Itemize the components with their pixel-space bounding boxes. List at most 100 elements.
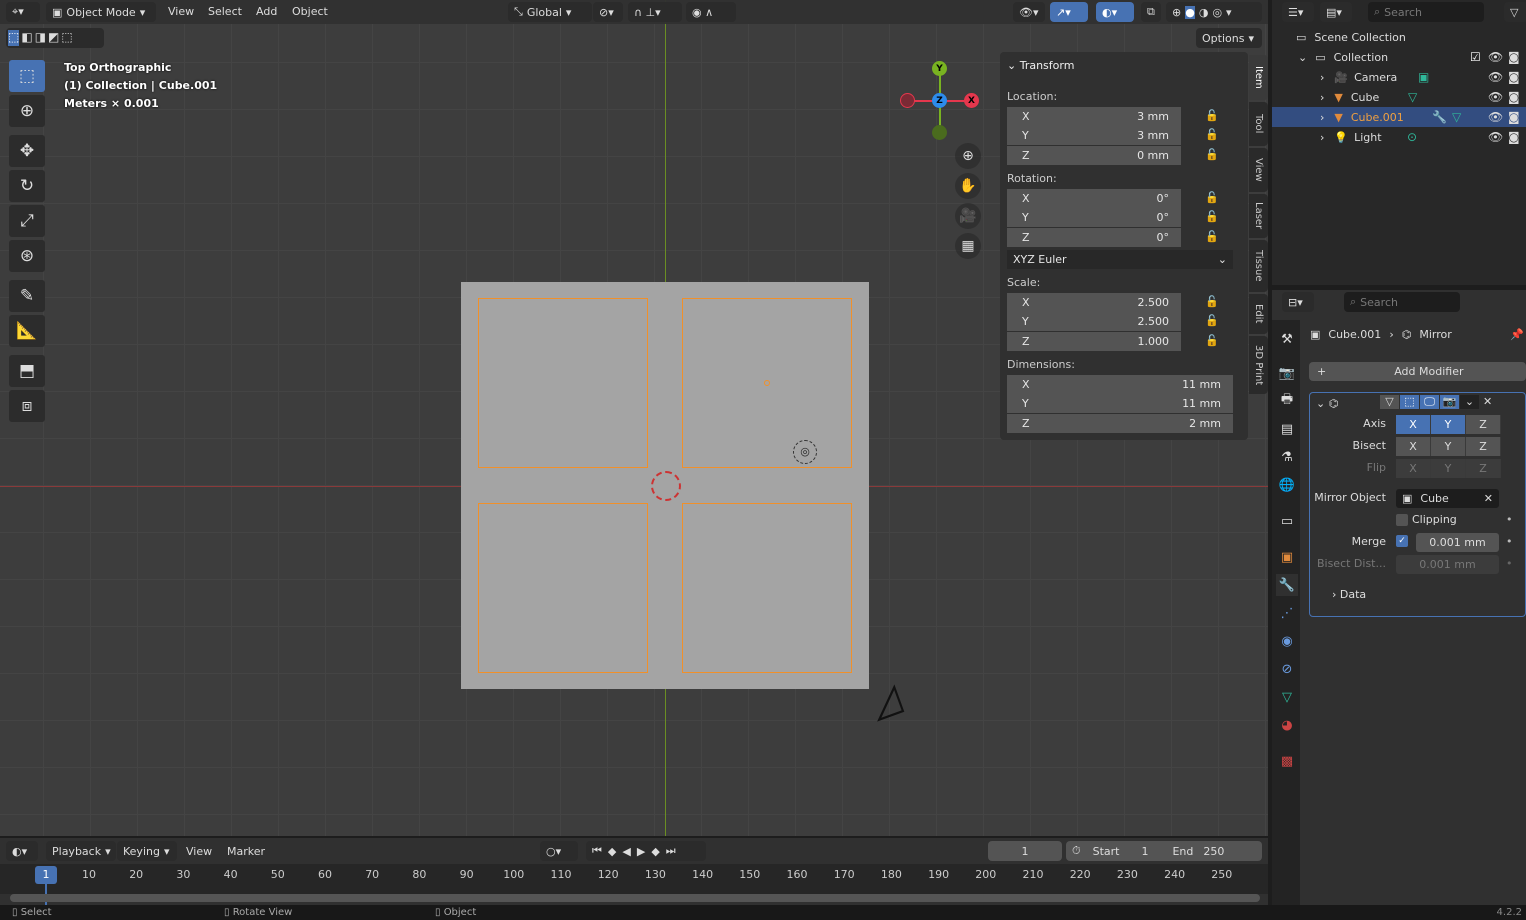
gizmo-neg-x[interactable] <box>900 93 915 108</box>
tab-view[interactable]: View <box>1249 148 1268 192</box>
lock-icon[interactable]: 🔓 <box>1205 148 1219 161</box>
tab-tissue[interactable]: Tissue <box>1249 240 1268 292</box>
mesh-quad[interactable] <box>478 503 648 673</box>
start-value[interactable]: 1 <box>1141 845 1148 858</box>
dimension-z-field[interactable]: Z 2 mm <box>1007 414 1233 433</box>
filter-view-dropdown[interactable]: ▤▾ <box>1320 2 1352 22</box>
zoom-icon[interactable]: ⊕ <box>955 143 981 169</box>
pivot-dropdown[interactable]: ⊘▾ <box>593 2 623 22</box>
render-toggle-icon[interactable]: 📷 <box>1440 395 1459 409</box>
outliner-search-input[interactable]: ⌕ Search <box>1368 2 1484 22</box>
tab-item[interactable]: Item <box>1249 55 1268 100</box>
world-tab-icon[interactable]: 🌐 <box>1276 474 1298 496</box>
xray-toggle[interactable]: ⧉ <box>1141 2 1161 22</box>
playback-controls[interactable]: ⏮ ◆ ◀ ▶ ◆ ⏭ <box>586 841 706 861</box>
checkbox-icon[interactable]: ☑ <box>1470 50 1481 64</box>
modifier-tab-icon[interactable]: 🔧 <box>1276 574 1298 596</box>
flip-z-toggle[interactable]: Z <box>1466 459 1501 478</box>
axis-x-toggle[interactable]: X <box>1396 415 1431 434</box>
wrench-icon[interactable]: 🔧 <box>1432 110 1447 124</box>
location-z-field[interactable]: Z 0 mm <box>1007 146 1181 165</box>
data-tab-icon[interactable]: ▽ <box>1276 686 1298 708</box>
menu-add[interactable]: Add <box>256 5 277 18</box>
location-y-field[interactable]: Y 3 mm <box>1007 126 1181 145</box>
proportional-edit-toggle[interactable]: ◉ ∧ <box>686 2 736 22</box>
move-tool[interactable]: ✥ <box>9 135 45 167</box>
bisect-distance-field[interactable]: 0.001 mm <box>1396 555 1499 574</box>
edit-mode-toggle-icon[interactable]: ▽ <box>1380 395 1399 409</box>
next-keyframe-icon[interactable]: ◆ <box>651 845 661 858</box>
light-icon[interactable]: ◎ <box>793 440 817 464</box>
rotation-z-field[interactable]: Z 0° <box>1007 228 1181 247</box>
collapse-icon[interactable]: ⌄ ⌬ <box>1316 397 1338 410</box>
play-reverse-icon[interactable]: ◀ <box>622 845 632 858</box>
select-box-tool[interactable]: ⬚ <box>9 60 45 92</box>
outliner-row-camera[interactable]: › 🎥 Camera ▣ 👁 ◙ <box>1272 67 1526 87</box>
physics-tab-icon[interactable]: ◉ <box>1276 630 1298 652</box>
view-layer-tab-icon[interactable]: ▤ <box>1276 418 1298 440</box>
rendered-shading-icon[interactable]: ◎ <box>1212 6 1222 19</box>
transform-tool[interactable]: ⊛ <box>9 240 45 272</box>
3d-cursor[interactable] <box>651 471 681 501</box>
collection-tab-icon[interactable]: ▭ <box>1276 510 1298 532</box>
transform-panel-header[interactable]: ⌄ Transform <box>1007 59 1074 72</box>
tab-tool[interactable]: Tool <box>1249 102 1268 146</box>
cursor-tool[interactable]: ⊕ <box>9 95 45 127</box>
output-tab-icon[interactable]: 🖶 <box>1276 390 1298 412</box>
data-subpanel-header[interactable]: › Data <box>1332 588 1366 601</box>
modifier-menu-icon[interactable]: ⌄ <box>1460 395 1479 409</box>
keying-menu[interactable]: Keying ▾ <box>117 841 177 861</box>
add-modifier-button[interactable]: + Add Modifier <box>1309 362 1526 381</box>
outliner-row-light[interactable]: › 💡 Light ⊙ 👁 ◙ <box>1272 127 1526 147</box>
selection-mode-buttons[interactable]: ⬚ ◧ ◨ ◩ ⬚ <box>6 28 104 48</box>
prev-keyframe-icon[interactable]: ◆ <box>608 845 618 858</box>
menu-select[interactable]: Select <box>208 5 242 18</box>
end-value[interactable]: 250 <box>1203 845 1224 858</box>
editor-type-button[interactable]: ⊟▾ <box>1282 292 1314 312</box>
eye-icon[interactable]: 👁 <box>1488 70 1503 84</box>
mirror-object-field[interactable]: ▣ Cube ✕ <box>1396 489 1499 508</box>
merge-distance-field[interactable]: 0.001 mm <box>1416 533 1499 552</box>
camera-object-icon[interactable]: ◿ <box>863 674 906 725</box>
shading-buttons[interactable]: ⊕ ● ◑ ◎ ▾ <box>1166 2 1262 22</box>
material-tab-icon[interactable]: ◕ <box>1276 714 1298 736</box>
wireframe-shading-icon[interactable]: ⊕ <box>1172 6 1181 19</box>
filter-icon[interactable]: ▽ <box>1504 2 1526 22</box>
merge-checkbox[interactable]: ✓ <box>1396 535 1408 547</box>
measure-tool[interactable]: 📐 <box>9 315 45 347</box>
lock-icon[interactable]: 🔓 <box>1205 210 1219 223</box>
clipping-checkbox[interactable]: Clipping <box>1396 513 1457 526</box>
overlay-toggle[interactable]: ◐▾ <box>1096 2 1134 22</box>
viewport-toggle-icon[interactable]: 🖵 <box>1420 395 1439 409</box>
location-x-field[interactable]: X 3 mm <box>1007 107 1181 126</box>
gizmo-y[interactable]: Y <box>932 61 947 76</box>
lock-icon[interactable]: 🔓 <box>1205 334 1219 347</box>
snap-toggle[interactable]: ∩ ⊥▾ <box>628 2 682 22</box>
select-subtract-icon[interactable]: ◨ <box>35 30 46 46</box>
play-icon[interactable]: ▶ <box>637 845 647 858</box>
extra-tool[interactable]: ⧈ <box>9 390 45 422</box>
material-shading-icon[interactable]: ◑ <box>1199 6 1209 19</box>
camera-render-icon[interactable]: ◙ <box>1508 50 1520 64</box>
gizmo-toggle[interactable]: ↗▾ <box>1050 2 1088 22</box>
eye-icon[interactable]: 👁 <box>1488 130 1503 144</box>
lock-icon[interactable]: 🔓 <box>1205 128 1219 141</box>
scene-collection-row[interactable]: ▭ Scene Collection <box>1272 27 1526 47</box>
tab-laser[interactable]: Laser <box>1249 194 1268 238</box>
rotation-mode-dropdown[interactable]: XYZ Euler ⌄ <box>1007 250 1233 269</box>
particles-tab-icon[interactable]: ⋰ <box>1276 602 1298 624</box>
menu-object[interactable]: Object <box>292 5 328 18</box>
select-new-icon[interactable]: ⬚ <box>8 30 20 46</box>
mesh-data-icon[interactable]: ▽ <box>1408 90 1417 104</box>
tool-tab-icon[interactable]: ⚒ <box>1276 328 1298 350</box>
flip-y-toggle[interactable]: Y <box>1431 459 1466 478</box>
scene-tab-icon[interactable]: ⚗ <box>1276 446 1298 468</box>
options-dropdown[interactable]: Options ▾ <box>1196 28 1262 48</box>
playback-menu[interactable]: Playback ▾ <box>46 841 116 861</box>
select-intersect-icon[interactable]: ⬚ <box>61 30 72 46</box>
mesh-data-icon[interactable]: ▽ <box>1452 110 1461 124</box>
outliner-row-collection[interactable]: ⌄ ▭ Collection ☑ 👁 ◙ <box>1272 47 1526 67</box>
cage-toggle-icon[interactable]: ⬚ <box>1400 395 1419 409</box>
bisect-y-toggle[interactable]: Y <box>1431 437 1466 456</box>
current-frame-field[interactable]: 1 <box>988 841 1062 861</box>
